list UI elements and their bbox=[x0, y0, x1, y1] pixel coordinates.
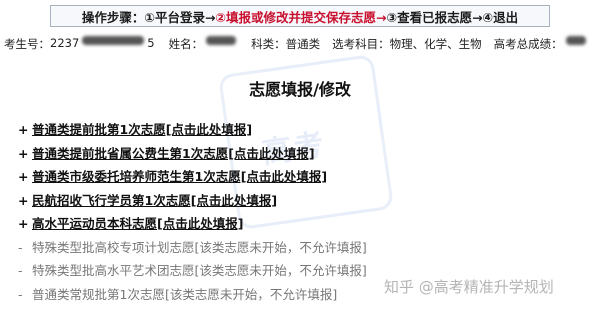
option-text: 特殊类型批高水平艺术团志愿[该类志愿未开始，不允许填报] bbox=[32, 263, 367, 278]
expand-icon: + bbox=[18, 122, 29, 137]
collapse-icon: - bbox=[18, 263, 23, 278]
student-id-suffix: 5 bbox=[147, 36, 155, 50]
redacted-id bbox=[82, 36, 145, 45]
student-info: 考生号： 2237 5 姓名： 科类： 普通类 选考科目： 物理、化学、生物 高… bbox=[4, 36, 598, 52]
option-link[interactable]: 高水平运动员本科志愿[点击此处填报] bbox=[32, 216, 243, 231]
redacted-name bbox=[206, 36, 237, 45]
option-text: 普通类常规批第1次志愿[该类志愿未开始，不允许填报] bbox=[32, 286, 338, 302]
source-watermark: 知乎 @高考精准升学规划 bbox=[384, 278, 554, 296]
option-commissioned-teacher[interactable]: + 普通类市级委托培养师范生第1次志愿[点击此处填报] bbox=[18, 165, 367, 189]
step-indicator: 操作步骤： ①平台登录→ ②填报或修改并提交保存志愿→ ③查看已报志愿→ ④退出 bbox=[50, 5, 550, 27]
page-title: 志愿填报/修改 bbox=[249, 80, 351, 99]
option-text: 特殊类型批高校专项计划志愿[该类志愿未开始，不允许填报] bbox=[32, 239, 367, 255]
step-view: ③查看已报志愿→ bbox=[386, 9, 483, 25]
student-id-label: 考生号： bbox=[4, 37, 50, 51]
option-regular-batch: - 普通类常规批第1次志愿[该类志愿未开始，不允许填报] bbox=[18, 283, 367, 307]
category-label: 科类： bbox=[251, 37, 286, 51]
steps-label: 操作步骤： bbox=[81, 9, 145, 25]
option-early-batch[interactable]: + 普通类提前批第1次志愿[点击此处填报] bbox=[18, 118, 367, 142]
option-early-public-funded[interactable]: + 普通类提前批省属公费生第1次志愿[点击此处填报] bbox=[18, 142, 367, 166]
category-value: 普通类 bbox=[285, 37, 321, 51]
option-pilot-recruit[interactable]: + 民航招收飞行学员第1次志愿[点击此处填报] bbox=[18, 189, 367, 213]
option-art-troupe: - 特殊类型批高水平艺术团志愿[该类志愿未开始，不允许填报] bbox=[18, 259, 367, 283]
step-login: ①平台登录→ bbox=[144, 9, 216, 25]
option-special-program: - 特殊类型批高校专项计划志愿[该类志愿未开始，不允许填报] bbox=[18, 236, 367, 260]
expand-icon: + bbox=[18, 169, 29, 184]
collapse-icon: - bbox=[18, 286, 23, 302]
score-label: 高考总成绩： bbox=[493, 37, 563, 51]
expand-icon: + bbox=[18, 192, 29, 208]
expand-icon: + bbox=[18, 216, 29, 231]
option-link[interactable]: 普通类提前批第1次志愿[点击此处填报] bbox=[32, 122, 252, 137]
redacted-score bbox=[565, 36, 586, 45]
student-id-prefix: 2237 bbox=[50, 36, 80, 50]
name-label: 姓名： bbox=[168, 37, 204, 51]
option-list: + 普通类提前批第1次志愿[点击此处填报] + 普通类提前批省属公费生第1次志愿[点… bbox=[18, 118, 367, 306]
option-link[interactable]: 普通类市级委托培养师范生第1次志愿[点击此处填报] bbox=[32, 169, 327, 184]
step-fill: ②填报或修改并提交保存志愿→ bbox=[215, 9, 387, 25]
option-link[interactable]: 普通类提前批省属公费生第1次志愿[点击此处填报] bbox=[32, 146, 315, 161]
option-link[interactable]: 民航招收飞行学员第1次志愿[点击此处填报] bbox=[32, 193, 277, 208]
step-exit: ④退出 bbox=[482, 9, 519, 25]
subjects-value: 物理、化学、生物 bbox=[389, 37, 482, 51]
expand-icon: + bbox=[18, 145, 29, 161]
subjects-label: 选考科目： bbox=[332, 37, 390, 51]
collapse-icon: - bbox=[18, 239, 23, 255]
option-athlete[interactable]: + 高水平运动员本科志愿[点击此处填报] bbox=[18, 212, 367, 236]
